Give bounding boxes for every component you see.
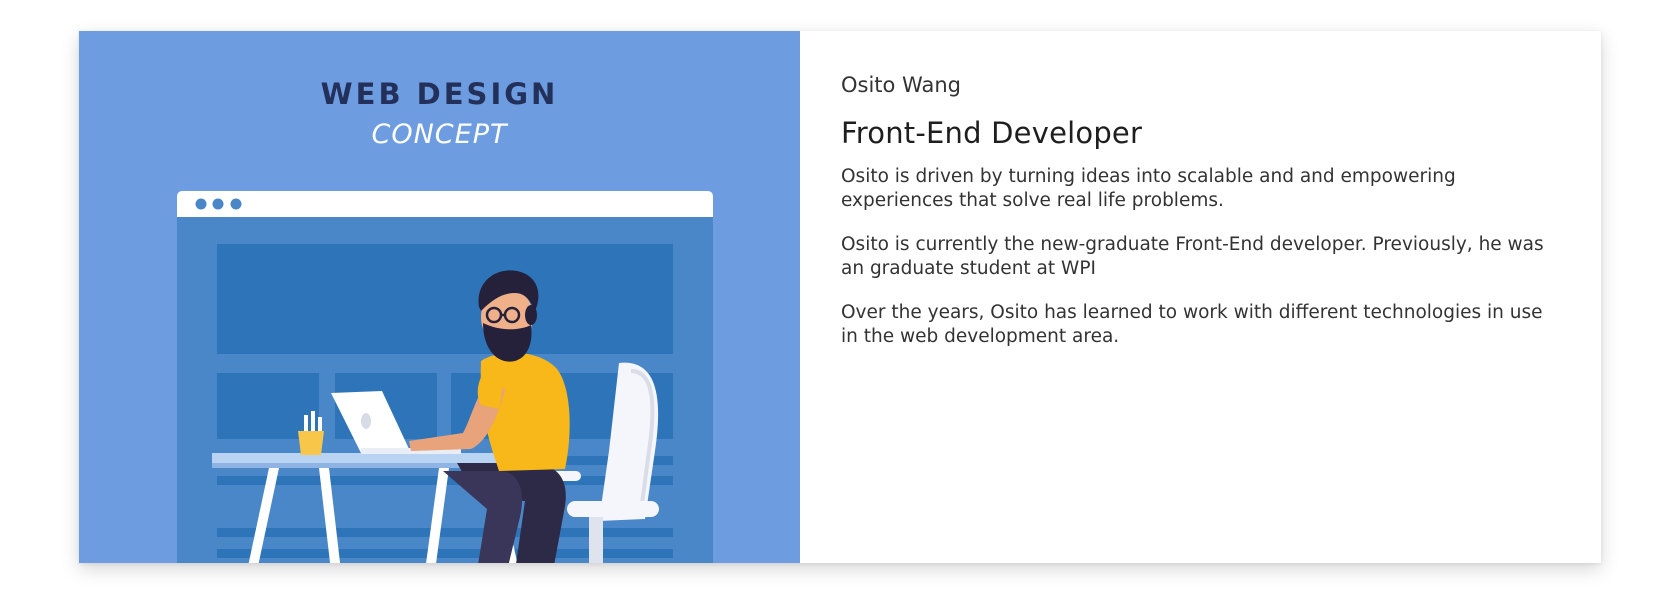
illustration-subtitle: CONCEPT (371, 119, 508, 150)
profile-bio-paragraph: Osito is currently the new-graduate Fron… (841, 234, 1544, 279)
web-design-illustration: WEB DESIGN CONCEPT (79, 31, 800, 563)
profile-name: Osito Wang (841, 73, 961, 97)
profile-bio-paragraph: Over the years, Osito has learned to wor… (841, 302, 1543, 347)
illustration-title: WEB DESIGN (320, 77, 559, 111)
profile-card: WEB DESIGN CONCEPT Osito Wang Front-End … (79, 31, 1601, 563)
profile-role-title: Front-End Developer (841, 116, 1143, 150)
profile-bio-paragraph: Osito is driven by turning ideas into sc… (841, 166, 1456, 211)
profile-text-section: Osito Wang Front-End Developer Osito is … (800, 31, 1601, 563)
